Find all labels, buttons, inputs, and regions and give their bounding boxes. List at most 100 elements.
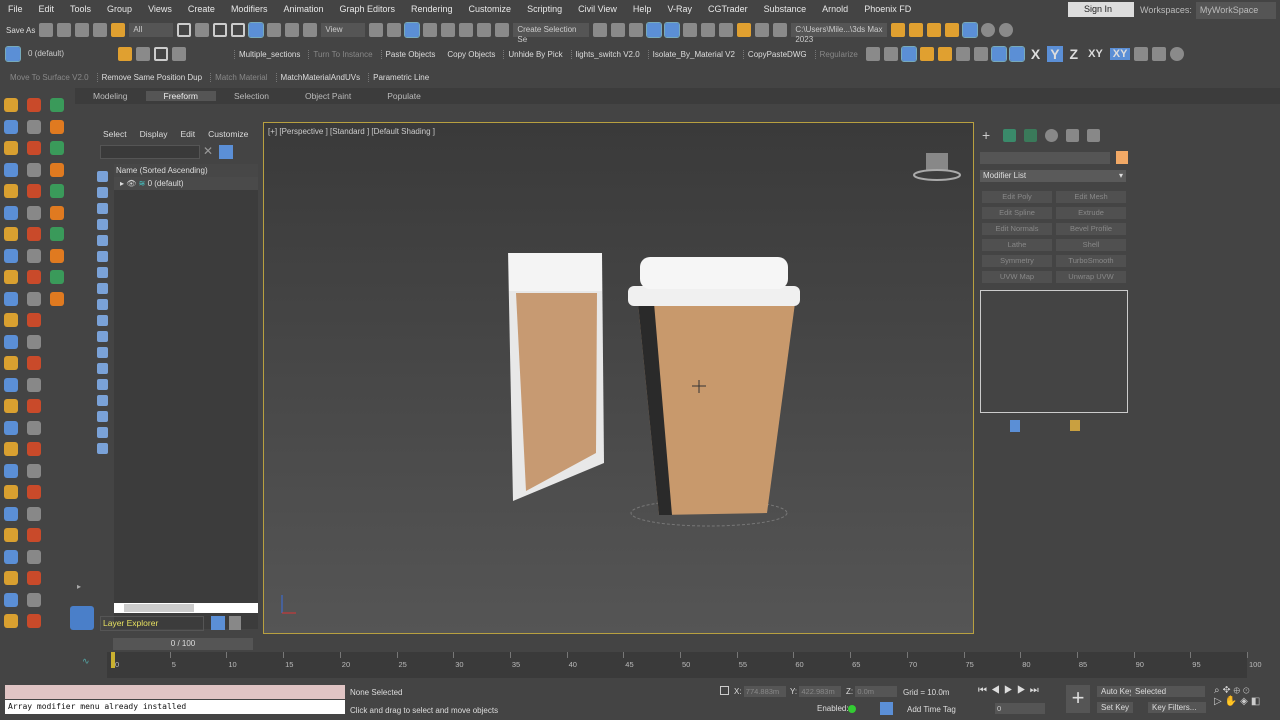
custom-tool-icon[interactable]: [50, 141, 64, 155]
menu-arnold[interactable]: Arnold: [814, 4, 856, 14]
custom-tool-icon[interactable]: [27, 184, 41, 198]
filter-icon[interactable]: [219, 145, 233, 159]
window-crossing-icon[interactable]: [231, 23, 246, 37]
ribbon-tab-selection[interactable]: Selection: [216, 91, 287, 101]
ribbon-tab-populate[interactable]: Populate: [369, 91, 439, 101]
add-time-tag-button[interactable]: Add Time Tag: [907, 705, 956, 714]
custom-tool-icon[interactable]: [4, 485, 18, 499]
explorer-filter-icon[interactable]: [97, 411, 108, 422]
custom-tool-icon[interactable]: [4, 291, 18, 306]
modify-tab-icon[interactable]: [1003, 129, 1016, 142]
explorer-type-dropdown[interactable]: Layer Explorer: [100, 616, 204, 631]
custom-tool-icon[interactable]: [4, 528, 18, 542]
custom-tool-icon[interactable]: [27, 485, 41, 499]
menu-cgtrader[interactable]: CGTrader: [700, 4, 756, 14]
snap-edge-icon[interactable]: [955, 47, 970, 61]
modifier-button-shell[interactable]: Shell: [1056, 239, 1126, 251]
custom-tool-icon[interactable]: [27, 442, 41, 456]
script-button[interactable]: Unhide By Pick: [503, 49, 566, 59]
create-layer-icon[interactable]: [118, 47, 132, 61]
menu-civil-view[interactable]: Civil View: [570, 4, 625, 14]
custom-tool-icon[interactable]: [50, 291, 64, 306]
custom-tool-icon[interactable]: [4, 592, 18, 607]
modifier-button-lathe[interactable]: Lathe: [982, 239, 1052, 251]
custom-tool-icon[interactable]: [4, 614, 18, 628]
sign-in-button[interactable]: Sign In: [1068, 2, 1134, 17]
menu-customize[interactable]: Customize: [461, 4, 520, 14]
explorer-filter-icon[interactable]: [97, 171, 108, 182]
workspace-dropdown[interactable]: MyWorkSpace: [1195, 2, 1276, 19]
custom-tool-icon[interactable]: [27, 506, 41, 521]
time-slider-handle[interactable]: [111, 652, 115, 668]
layers-icon[interactable]: [5, 46, 21, 62]
explorer-menu-edit[interactable]: Edit: [181, 129, 209, 139]
menu-rendering[interactable]: Rendering: [403, 4, 461, 14]
explorer-filter-icon[interactable]: [97, 379, 108, 390]
x-coordinate-field[interactable]: 774.883m: [743, 686, 786, 697]
pin-stack-icon[interactable]: [1010, 420, 1020, 432]
project-path-dropdown[interactable]: C:\Users\Mile...\3ds Max 2023: [791, 23, 888, 44]
custom-tool-icon[interactable]: [4, 399, 18, 413]
explorer-toggle-icon[interactable]: [70, 606, 94, 630]
menu-v-ray[interactable]: V-Ray: [659, 4, 700, 14]
time-tag-icon[interactable]: [880, 702, 893, 715]
custom-tool-icon[interactable]: [27, 270, 41, 284]
custom-tool-icon[interactable]: [27, 571, 41, 585]
menu-edit[interactable]: Edit: [31, 4, 63, 14]
custom-tool-icon[interactable]: [27, 399, 41, 413]
place-icon[interactable]: [303, 23, 318, 37]
unlink-icon[interactable]: [93, 23, 108, 37]
motion-tab-icon[interactable]: [1045, 129, 1058, 142]
snap-pivot-icon[interactable]: [883, 47, 898, 61]
explorer-filter-icon[interactable]: [97, 203, 108, 214]
menu-views[interactable]: Views: [140, 4, 180, 14]
modifier-button-bevel-profile[interactable]: Bevel Profile: [1056, 223, 1126, 235]
object-name-field[interactable]: [980, 152, 1110, 164]
custom-tool-icon[interactable]: [4, 549, 18, 564]
custom-tool-icon[interactable]: [50, 248, 64, 263]
snap-endpoint-icon[interactable]: [919, 47, 934, 61]
explorer-filter-icon[interactable]: [97, 187, 108, 198]
menu-phoenix-fd[interactable]: Phoenix FD: [856, 4, 919, 14]
script-button[interactable]: MatchMaterialAndUVs: [275, 72, 365, 82]
ribbon-tab-freeform[interactable]: Freeform: [145, 91, 216, 101]
explorer-filter-icon[interactable]: [97, 331, 108, 342]
key-filters-button[interactable]: Key Filters...: [1148, 702, 1206, 713]
layer-properties-icon[interactable]: [172, 47, 186, 61]
mirror-icon[interactable]: [593, 23, 608, 37]
menu-graph-editors[interactable]: Graph Editors: [331, 4, 403, 14]
project-folder-icon[interactable]: [891, 23, 906, 37]
menu-group[interactable]: Group: [99, 4, 140, 14]
custom-tool-icon[interactable]: [27, 528, 41, 542]
maxscript-listener-output[interactable]: Array modifier menu already installed: [5, 700, 345, 714]
custom-tool-icon[interactable]: [27, 614, 41, 628]
y-coordinate-field[interactable]: 422.983m: [799, 686, 842, 697]
undo-icon[interactable]: [39, 23, 54, 37]
spinner-snap-icon[interactable]: [477, 23, 492, 37]
create-tab-icon[interactable]: +: [982, 128, 995, 142]
render-production-icon[interactable]: [773, 23, 788, 37]
script-button[interactable]: Move To Surface V2.0: [6, 73, 93, 82]
expand-arrow-icon[interactable]: ▸: [77, 582, 81, 591]
explorer-filter-icon[interactable]: [97, 427, 108, 438]
create-project-icon[interactable]: [927, 23, 942, 37]
current-frame-field[interactable]: 0: [995, 703, 1045, 714]
perspective-viewport[interactable]: [+] [Perspective ] [Standard ] [Default …: [263, 122, 974, 634]
add-to-layer-icon[interactable]: [136, 47, 150, 61]
utilities-tab-icon[interactable]: [1087, 129, 1100, 142]
custom-tool-icon[interactable]: [27, 205, 41, 220]
select-and-rotate-icon[interactable]: [267, 23, 282, 37]
rendered-frame-window-icon[interactable]: [755, 23, 770, 37]
snaps-toggle-icon[interactable]: [423, 23, 438, 37]
enabled-indicator-icon[interactable]: [848, 705, 856, 713]
modifier-button-edit-mesh[interactable]: Edit Mesh: [1056, 191, 1126, 203]
custom-tool-icon[interactable]: [4, 184, 18, 198]
sort-by-layer-icon[interactable]: [211, 616, 225, 630]
custom-tool-icon[interactable]: [4, 98, 18, 112]
snap-freeze-icon[interactable]: [990, 46, 1007, 62]
custom-tool-icon[interactable]: [50, 119, 64, 134]
custom-tool-icon[interactable]: [50, 205, 64, 220]
modifier-button-edit-poly[interactable]: Edit Poly: [982, 191, 1052, 203]
custom-tool-icon[interactable]: [4, 227, 18, 241]
script-button[interactable]: Remove Same Position Dup: [96, 72, 207, 82]
